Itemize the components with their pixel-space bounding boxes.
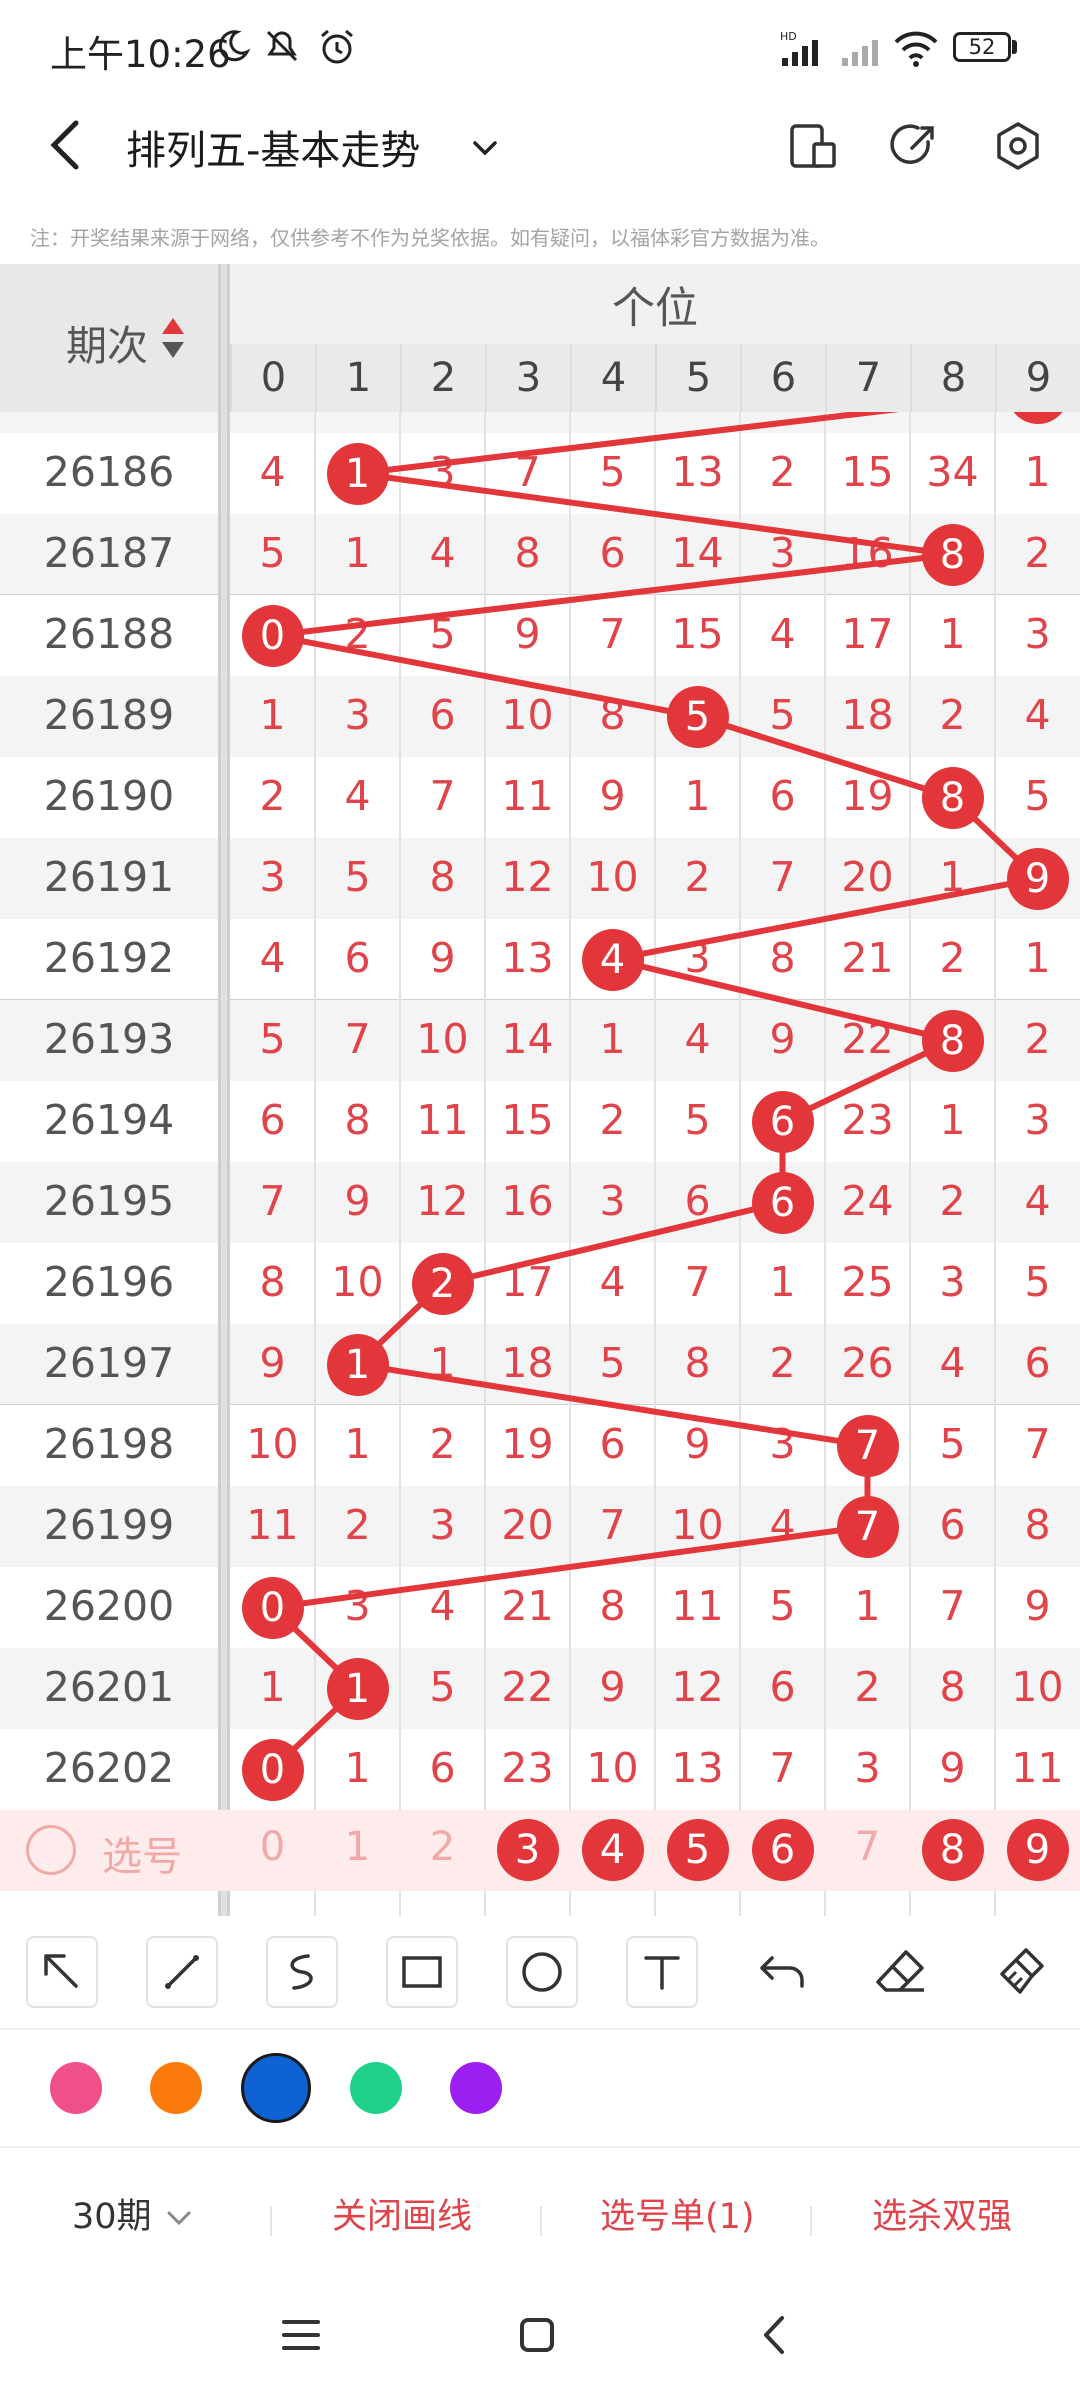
periods-label: 30期 (72, 2197, 152, 2237)
arrow-tool-icon[interactable] (26, 1936, 98, 2008)
winner-ball: 0 (241, 604, 304, 667)
unit-header: 个位 (612, 284, 698, 334)
pick-label[interactable]: 选号 (102, 1824, 182, 1882)
navigation-bar (0, 2268, 1080, 2400)
kill-double-button[interactable]: 选杀双强 (872, 2188, 1012, 2239)
period-header[interactable]: 期次 (66, 312, 148, 372)
home-icon[interactable] (514, 2312, 560, 2358)
pick-number[interactable]: 0 (230, 1824, 315, 1870)
circle-tool-icon[interactable] (506, 1936, 578, 2008)
eraser-icon[interactable] (866, 1936, 938, 2008)
settings-icon[interactable] (992, 120, 1044, 172)
text-tool-icon[interactable] (626, 1936, 698, 2008)
winner-ball: 5 (666, 685, 729, 748)
hd-signal-icon: HD (780, 30, 818, 66)
phone-icon[interactable] (788, 120, 840, 172)
battery-tip (1012, 40, 1017, 54)
mute-icon (266, 30, 298, 62)
undo-icon[interactable] (746, 1936, 818, 2008)
pick-number-selected[interactable]: 5 (666, 1819, 729, 1881)
moon-icon (218, 30, 251, 62)
back-icon[interactable] (40, 115, 90, 175)
pick-number-selected[interactable]: 3 (496, 1819, 559, 1881)
winner-ball: 8 (921, 523, 984, 586)
back-nav-icon[interactable] (752, 2312, 798, 2358)
winner-ball: 0 (241, 1738, 304, 1801)
winner-ball: 9 (1006, 847, 1069, 910)
color-swatch[interactable] (50, 2062, 102, 2114)
divider (810, 2206, 812, 2236)
winner-ball: 1 (326, 1333, 389, 1396)
column-header: 5 (655, 344, 740, 412)
winner-ball: 6 (751, 1171, 814, 1234)
svg-text:HD: HD (780, 30, 797, 43)
column-header: 3 (485, 344, 570, 412)
pick-number[interactable]: 2 (400, 1824, 485, 1870)
pick-number-selected[interactable]: 4 (581, 1819, 644, 1881)
winner-ball: 8 (921, 1009, 984, 1072)
color-swatch[interactable] (150, 2062, 202, 2114)
winner-ball: 2 (411, 1252, 474, 1315)
close-drawing-button[interactable]: 关闭画线 (332, 2188, 472, 2239)
chevron-down-icon (167, 2211, 191, 2226)
column-header: 1 (315, 344, 400, 412)
column-header: 0 (230, 344, 315, 412)
pick-row: 选号 0 1 2 3 4 5 6 7 8 9 (0, 1810, 1080, 1891)
color-palette (0, 2030, 1080, 2148)
alarm-icon (321, 29, 353, 64)
column-header: 8 (910, 344, 995, 412)
divider (270, 2206, 272, 2236)
drawing-toolbar (0, 1916, 1080, 2030)
column-header: 2 (400, 344, 485, 412)
pick-number-selected[interactable]: 9 (1006, 1819, 1069, 1881)
menu-icon[interactable] (278, 2312, 324, 2358)
page-title[interactable]: 排列五-基本走势 (126, 118, 420, 176)
disclaimer-notice: 注：开奖结果来源于网络，仅供参考不作为兑奖依据。如有疑问，以福体彩官方数据为准。 (30, 226, 830, 250)
pick-number-selected[interactable]: 6 (751, 1819, 814, 1881)
freehand-tool-icon[interactable] (266, 1936, 338, 2008)
color-swatch[interactable] (450, 2062, 502, 2114)
column-header: 6 (740, 344, 825, 412)
winner-ball: 8 (921, 766, 984, 829)
rectangle-tool-icon[interactable] (386, 1936, 458, 2008)
trend-table: 2618539264121143326186437513215341261875… (0, 264, 1080, 1916)
battery-level: 52 (968, 35, 996, 59)
winner-ball: 7 (836, 1414, 899, 1477)
share-icon[interactable] (888, 120, 940, 172)
color-swatch[interactable] (241, 2053, 311, 2123)
clear-icon[interactable] (986, 1936, 1058, 2008)
column-header: 9 (995, 344, 1080, 412)
wifi-icon (894, 31, 938, 67)
column-separator (218, 264, 230, 1916)
bottom-bar: 30期 关闭画线 选号单(1) 选杀双强 (0, 2148, 1080, 2268)
pick-toggle-circle[interactable] (26, 1825, 76, 1875)
battery-icon: 52 (953, 32, 1011, 62)
pick-number-selected[interactable]: 8 (921, 1819, 984, 1881)
trend-lines (265, 389, 1044, 1772)
winner-ball: 1 (326, 442, 389, 505)
winner-ball: 1 (326, 1657, 389, 1720)
pick-list-button[interactable]: 选号单(1) (600, 2188, 755, 2239)
divider (540, 2206, 542, 2236)
winner-ball: 6 (751, 1090, 814, 1153)
pick-number[interactable]: 1 (315, 1824, 400, 1870)
chevron-down-icon[interactable] (465, 128, 505, 168)
sort-icon[interactable] (160, 316, 186, 360)
status-time: 上午10:26 (50, 33, 231, 76)
column-header: 4 (570, 344, 655, 412)
trend-line (265, 389, 1044, 1772)
color-swatch[interactable] (350, 2062, 402, 2114)
pick-number[interactable]: 7 (825, 1824, 910, 1870)
winner-ball: 7 (836, 1495, 899, 1558)
periods-dropdown[interactable]: 30期 (72, 2188, 195, 2239)
winner-ball: 4 (581, 928, 644, 991)
winner-ball: 0 (241, 1576, 304, 1639)
line-tool-icon[interactable] (146, 1936, 218, 2008)
signal-icon (842, 40, 878, 66)
column-header: 7 (825, 344, 910, 412)
